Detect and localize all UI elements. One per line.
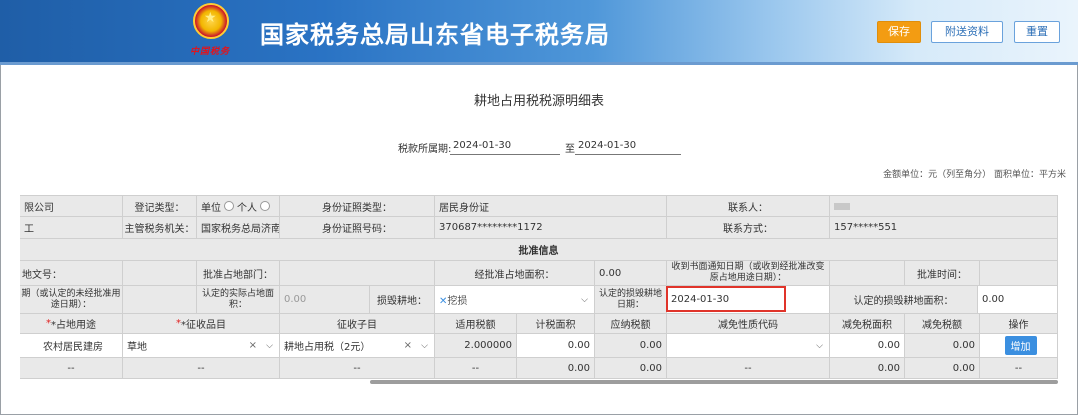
- chevron-down-icon[interactable]: ⌵: [816, 341, 823, 351]
- highlight-box: [666, 286, 786, 312]
- reg-type-option-unit[interactable]: 单位: [201, 199, 221, 214]
- approved-area-value[interactable]: 0.00: [595, 261, 667, 286]
- attach-docs-button[interactable]: 附送资料: [931, 21, 1003, 43]
- total-tax-payable: 0.00: [595, 358, 667, 379]
- notice-date-input[interactable]: [830, 261, 905, 286]
- clear-icon[interactable]: ×: [249, 340, 257, 351]
- total-relief-amount: 0.00: [905, 358, 980, 379]
- col-action: 操作: [980, 314, 1058, 334]
- total-c1: --: [123, 358, 280, 379]
- chevron-down-icon[interactable]: ⌵: [266, 341, 273, 351]
- contact-label: 联系人：: [667, 195, 830, 217]
- actual-area-label: 认定的实际占地面积：: [197, 286, 280, 314]
- row1-relief-code-select[interactable]: ⌵: [667, 334, 830, 358]
- id-number-label: 身份证照号码：: [280, 217, 435, 239]
- col-levy-sub-item: 征收子目: [280, 314, 435, 334]
- taxpayer-name: 限公司: [20, 195, 123, 217]
- total-c2: --: [280, 358, 435, 379]
- damage-tag: ✕挖损: [439, 296, 468, 307]
- approval-time-input[interactable]: [980, 261, 1058, 286]
- row1-taxable-area[interactable]: 0.00: [517, 334, 595, 358]
- approval-time-label: 批准时间：: [905, 261, 980, 286]
- radio-unit-icon[interactable]: [224, 201, 234, 211]
- col-tax-rate: 适用税额: [435, 314, 517, 334]
- tax-slogan-logo: 中国税务: [190, 47, 231, 57]
- reg-type-option-person[interactable]: 个人: [237, 199, 257, 214]
- row1-levy-item-select[interactable]: 草地 × ⌵: [123, 334, 280, 358]
- id-number-value: 370687********1172: [435, 217, 667, 239]
- national-emblem-icon: [193, 3, 229, 39]
- contact-value: [830, 195, 1058, 217]
- tax-office-label: 主管税务机关：: [123, 217, 197, 239]
- form-title: 耕地占用税税源明细表: [473, 94, 604, 109]
- col-relief-area: 减免税面积: [830, 314, 905, 334]
- clear-icon[interactable]: ×: [404, 340, 412, 351]
- damage-area-label: 认定的损毁耕地面积：: [830, 286, 978, 314]
- period-end-input[interactable]: 2024-01-30: [578, 140, 636, 151]
- row1-action-cell: 增加: [980, 334, 1058, 358]
- total-c3: --: [435, 358, 517, 379]
- row1-sub-item-select[interactable]: 耕地占用税（2元） × ⌵: [280, 334, 435, 358]
- col-levy-item: * *征收品目: [123, 314, 280, 334]
- notice-date-label: 收到书面通知日期（或收到经批准改变原占地用途日期）：: [667, 261, 830, 286]
- col-tax-payable: 应纳税额: [595, 314, 667, 334]
- row1-land-use[interactable]: 农村居民建房: [20, 334, 123, 358]
- reg-type-label: 登记类型：: [123, 195, 197, 217]
- col-land-use: * *占地用途: [20, 314, 123, 334]
- damaged-land-label: 损毁耕地：: [370, 286, 435, 314]
- unapproved-date-input[interactable]: [123, 286, 197, 314]
- approval-section-header: 批准信息: [20, 239, 1058, 261]
- approval-dept-input[interactable]: [280, 261, 435, 286]
- id-type-value: 居民身份证: [435, 195, 667, 217]
- total-relief-area: 0.00: [830, 358, 905, 379]
- total-c0: --: [20, 358, 123, 379]
- approval-dept-label: 批准占地部门：: [197, 261, 280, 286]
- row1-tax-payable: 0.00: [595, 334, 667, 358]
- chevron-down-icon[interactable]: ⌵: [581, 295, 588, 305]
- site-title: 国家税务总局山东省电子税务局: [260, 21, 610, 49]
- period-end-underline: [575, 154, 681, 155]
- total-c9: --: [980, 358, 1058, 379]
- period-start-input[interactable]: 2024-01-30: [453, 140, 511, 151]
- phone-value: 157*****551: [830, 217, 1058, 239]
- id-type-label: 身份证照类型：: [280, 195, 435, 217]
- reset-button[interactable]: 重置: [1014, 21, 1060, 43]
- reg-type-radio-group: 单位 个人: [197, 195, 280, 217]
- unapproved-date-label: 期（或认定的未经批准用途日期）：: [20, 286, 123, 314]
- period-label: 税款所属期:: [398, 144, 452, 155]
- approval-doc-no-label: 地文号：: [20, 261, 123, 286]
- radio-person-icon[interactable]: [260, 201, 270, 211]
- actual-area-input[interactable]: 0.00: [280, 286, 370, 314]
- approval-doc-no-input[interactable]: [123, 261, 197, 286]
- damaged-land-select[interactable]: ✕挖损 ⌵: [435, 286, 595, 314]
- redacted-name-block: [834, 202, 850, 210]
- tax-office-value: 国家税务总局济南: [197, 217, 280, 239]
- unit-note: 金额单位：元（列至角分） 面积单位：平方米: [883, 170, 1066, 180]
- chevron-down-icon[interactable]: ⌵: [421, 341, 428, 351]
- row1-relief-amount: 0.00: [905, 334, 980, 358]
- period-start-underline: [450, 154, 560, 155]
- col-taxable-area: 计税面积: [517, 314, 595, 334]
- row1-relief-area[interactable]: 0.00: [830, 334, 905, 358]
- damage-area-input[interactable]: 0.00: [978, 286, 1058, 314]
- col-relief-code: 减免性质代码: [667, 314, 830, 334]
- add-row-button[interactable]: 增加: [1004, 336, 1037, 355]
- horizontal-scrollbar[interactable]: [370, 380, 1058, 384]
- row1-tax-rate: 2.000000: [435, 334, 517, 358]
- taxpayer-industry: 工: [20, 217, 123, 239]
- approved-area-label: 经批准占地面积：: [435, 261, 595, 286]
- save-button[interactable]: 保存: [877, 21, 921, 43]
- period-to-label: 至: [565, 144, 575, 155]
- total-c6: --: [667, 358, 830, 379]
- phone-label: 联系方式：: [667, 217, 830, 239]
- damage-date-label: 认定的损毁耕地日期：: [595, 286, 667, 314]
- header-banner: 中国税务 国家税务总局山东省电子税务局 保存 附送资料 重置: [0, 0, 1078, 62]
- total-taxable-area: 0.00: [517, 358, 595, 379]
- col-relief-amount: 减免税额: [905, 314, 980, 334]
- header-divider: [0, 62, 1078, 65]
